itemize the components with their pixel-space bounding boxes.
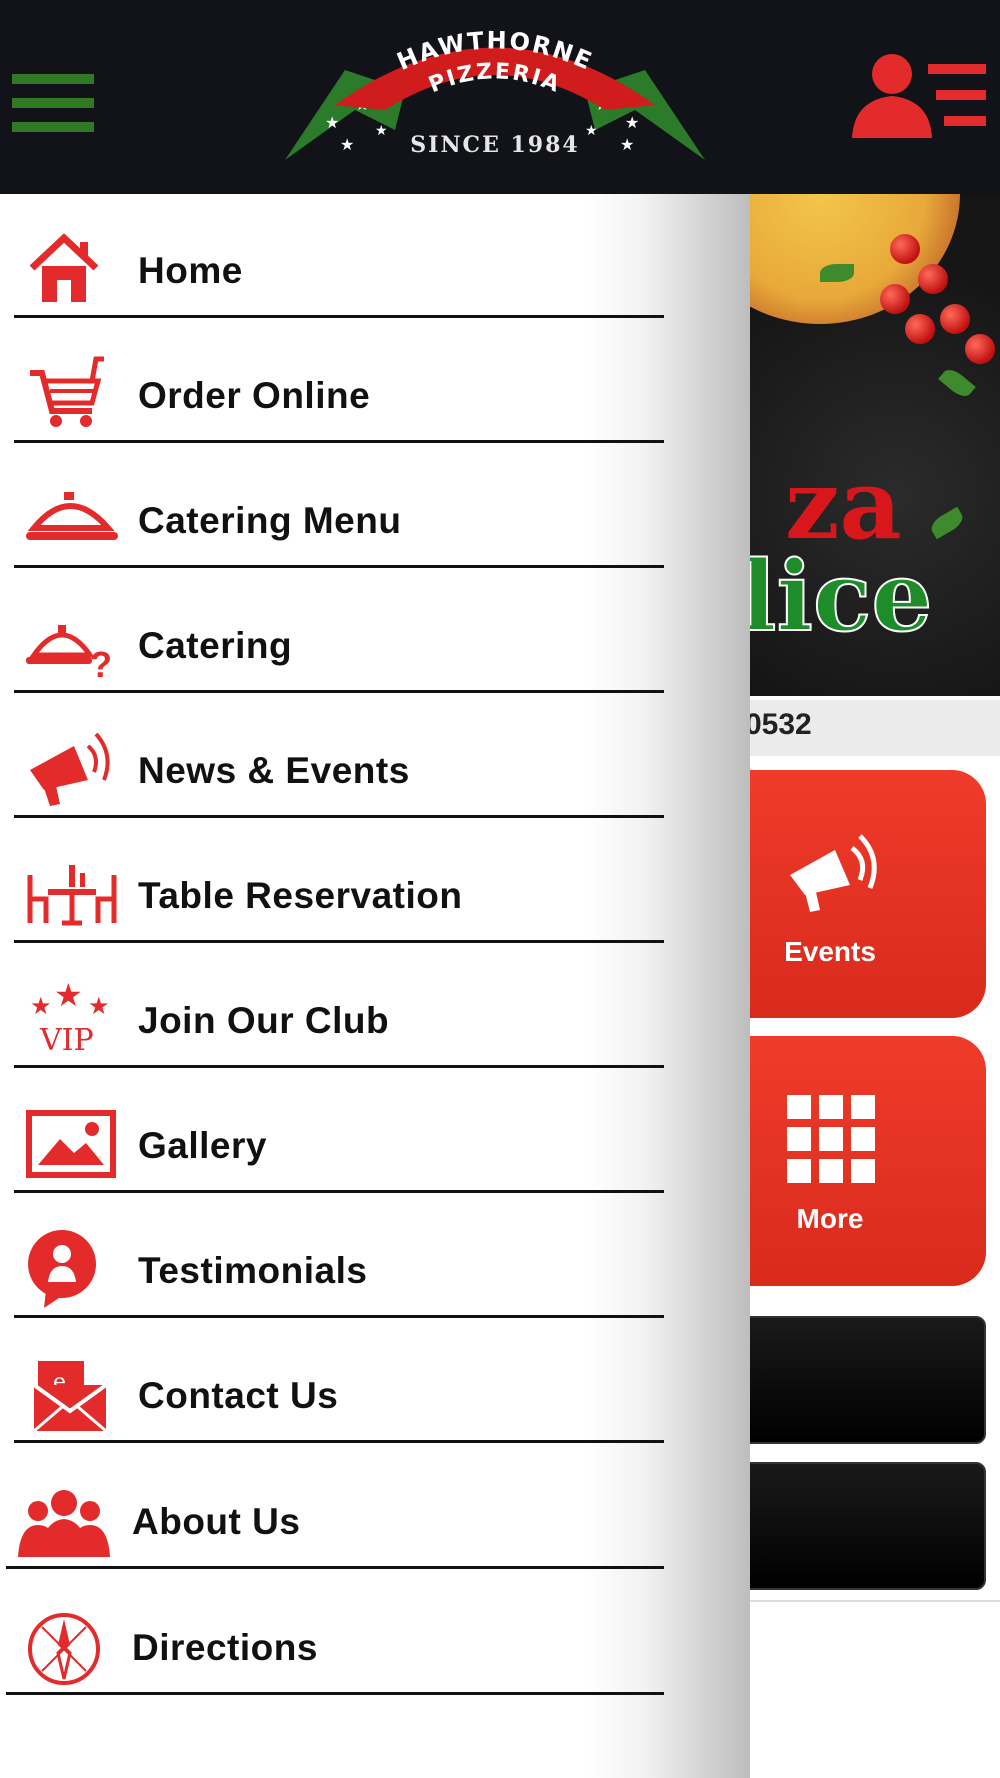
drawer-item-label: About Us — [132, 1501, 301, 1542]
home-icon — [26, 230, 118, 308]
drawer-item-order-online[interactable]: Order Online — [0, 319, 670, 443]
svg-text:★: ★ — [30, 993, 52, 1020]
svg-text:★: ★ — [325, 115, 339, 132]
drawer-item-label: Testimonials — [138, 1250, 368, 1291]
divider — [14, 1190, 664, 1193]
drawer-item-home[interactable]: Home — [0, 194, 670, 318]
megaphone-icon — [780, 830, 880, 920]
phone-number[interactable]: 0532 — [745, 708, 812, 742]
compass-icon — [26, 1607, 118, 1685]
divider — [740, 1600, 1000, 1602]
drawer-item-label: Catering Menu — [138, 500, 402, 541]
drawer-item-directions[interactable]: Directions — [0, 1571, 670, 1695]
more-tile-label: More — [796, 1203, 864, 1234]
vip-icon: ★ ★ ★ VIP — [26, 977, 118, 1058]
logo[interactable]: ★ ★ ★ ★ ★ ★ ★ ★ HAWTHORNE PIZZERIA SINCE… — [285, 10, 705, 180]
divider — [14, 565, 664, 568]
svg-text:★: ★ — [54, 980, 83, 1013]
drawer-item-label: News & Events — [138, 750, 410, 791]
drawer-item-label: Directions — [132, 1627, 318, 1668]
drawer-item-catering-menu[interactable]: Catering Menu — [0, 444, 670, 568]
drawer-item-table-reservation[interactable]: Table Reservation — [0, 819, 670, 943]
divider — [6, 1692, 664, 1695]
svg-text:VIP: VIP — [39, 1023, 94, 1058]
testimonial-icon — [26, 1230, 118, 1308]
drawer-item-label: Table Reservation — [138, 875, 463, 916]
drawer-item-catering[interactable]: ? Catering — [0, 569, 670, 693]
divider — [14, 315, 664, 318]
drawer-item-label: Home — [138, 250, 243, 291]
megaphone-icon — [26, 730, 118, 808]
drawer-item-join-our-club[interactable]: ★ ★ ★ VIP Join Our Club — [0, 944, 670, 1068]
drawer-item-testimonials[interactable]: Testimonials — [0, 1194, 670, 1318]
drawer-item-about-us[interactable]: About Us — [0, 1445, 670, 1569]
logo-since: SINCE 1984 — [410, 132, 580, 158]
svg-text:★: ★ — [88, 993, 110, 1020]
divider — [6, 1566, 664, 1569]
table-icon — [26, 855, 118, 933]
drawer-item-news-events[interactable]: News & Events — [0, 694, 670, 818]
drawer-item-label: Contact Us — [138, 1375, 339, 1416]
nav-drawer: Home Order Online Catering Menu ? Cateri… — [0, 194, 750, 1778]
food-tray-question-icon: ? — [26, 605, 118, 685]
drawer-item-contact-us[interactable]: e Contact Us — [0, 1319, 670, 1443]
cart-icon — [26, 355, 118, 433]
dark-button-2[interactable] — [730, 1462, 986, 1590]
grid-icon — [787, 1095, 875, 1183]
divider — [14, 690, 664, 693]
dark-button-1[interactable] — [730, 1316, 986, 1444]
drawer-item-label: Order Online — [138, 375, 371, 416]
divider — [14, 1315, 664, 1318]
svg-text:★: ★ — [625, 115, 639, 132]
svg-text:?: ? — [90, 644, 112, 683]
drawer-item-label: Catering — [138, 625, 293, 666]
image-icon — [26, 1105, 118, 1183]
events-tile-label: Events — [784, 936, 876, 967]
drawer-item-gallery[interactable]: Gallery — [0, 1069, 670, 1193]
hamburger-icon[interactable] — [12, 74, 94, 132]
drawer-item-label: Gallery — [138, 1125, 267, 1166]
divider — [14, 440, 664, 443]
people-icon — [18, 1481, 110, 1559]
banner-text-line2: lice — [739, 539, 933, 654]
email-icon: e — [26, 1355, 118, 1433]
food-tray-icon — [26, 480, 118, 558]
app-header: ★ ★ ★ ★ ★ ★ ★ ★ HAWTHORNE PIZZERIA SINCE… — [0, 0, 1000, 194]
user-list-icon[interactable] — [852, 52, 988, 142]
divider — [14, 1440, 664, 1443]
divider — [14, 940, 664, 943]
divider — [14, 1065, 664, 1068]
divider — [14, 815, 664, 818]
drawer-item-label: Join Our Club — [138, 1000, 390, 1041]
